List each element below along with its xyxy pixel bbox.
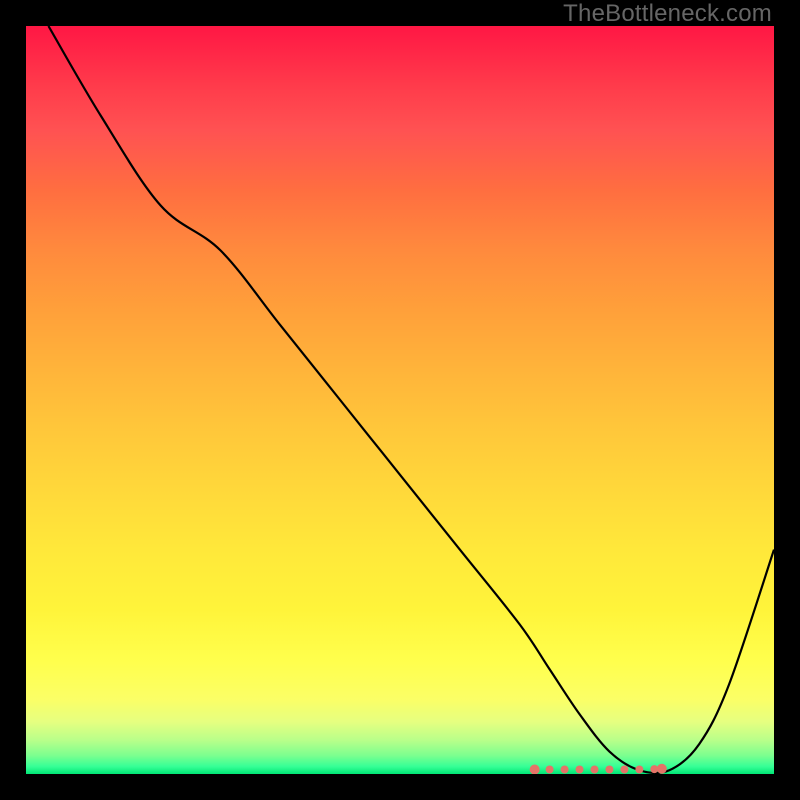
highlight-marker [635, 766, 643, 774]
highlight-marker [657, 764, 667, 774]
highlight-marker [561, 766, 569, 774]
chart-frame: TheBottleneck.com [0, 0, 800, 800]
highlight-marker [605, 766, 613, 774]
highlight-marker [546, 766, 554, 774]
highlight-marker [576, 766, 584, 774]
highlight-marker [620, 766, 628, 774]
highlight-marker [530, 765, 540, 774]
watermark-text: TheBottleneck.com [563, 0, 772, 28]
bottleneck-curve [26, 26, 774, 774]
highlight-marker [590, 766, 598, 774]
highlight-marker [650, 765, 658, 773]
plot-area [26, 26, 774, 774]
